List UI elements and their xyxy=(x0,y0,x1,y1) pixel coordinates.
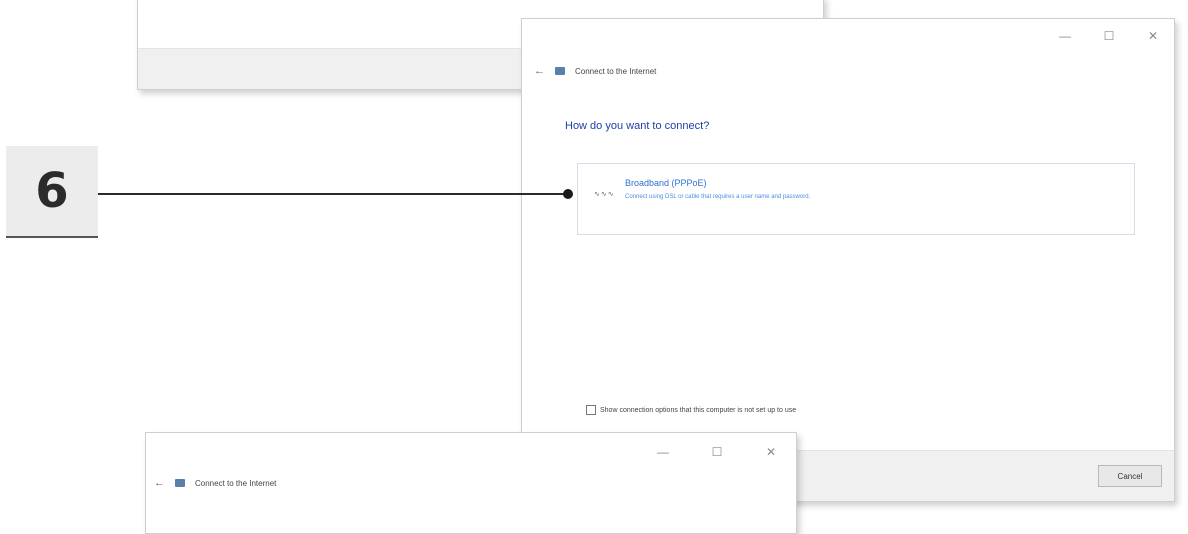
maximize-button[interactable]: ☐ xyxy=(1102,29,1116,43)
show-options-label: Show connection options that this comput… xyxy=(600,406,797,414)
background-window-bottom: — ☐ ✕ ← Connect to the Internet xyxy=(145,432,797,534)
window-title: Connect to the Internet xyxy=(195,478,277,488)
broadband-modem-icon: ∿∿∿ xyxy=(594,191,615,198)
step-number-badge: 6 xyxy=(6,146,98,238)
window-controls: — ☐ ✕ xyxy=(656,445,778,459)
network-globe-icon xyxy=(555,67,565,75)
window-title: Connect to the Internet xyxy=(575,66,657,76)
close-button[interactable]: ✕ xyxy=(1146,29,1160,43)
minimize-button[interactable]: — xyxy=(1058,29,1072,43)
option-title: Broadband (PPPoE) xyxy=(625,178,707,188)
wizard-header: ← Connect to the Internet xyxy=(154,477,276,489)
cancel-button[interactable]: Cancel xyxy=(1098,465,1162,487)
network-globe-icon xyxy=(175,479,185,487)
back-arrow-icon[interactable]: ← xyxy=(534,65,545,77)
step-pointer-dot xyxy=(563,189,573,199)
option-description: Connect using DSL or cable that requires… xyxy=(625,194,811,200)
window-controls: — ☐ ✕ xyxy=(1058,29,1160,43)
wizard-header: ← Connect to the Internet xyxy=(534,65,656,77)
show-options-checkbox-row[interactable]: Show connection options that this comput… xyxy=(586,405,796,415)
step-pointer-line xyxy=(98,193,566,195)
minimize-button[interactable]: — xyxy=(656,445,670,459)
connect-to-internet-window: — ☐ ✕ ← Connect to the Internet How do y… xyxy=(521,18,1175,502)
show-options-checkbox[interactable] xyxy=(586,405,596,415)
broadband-pppoe-option[interactable]: ∿∿∿ Broadband (PPPoE) Connect using DSL … xyxy=(577,163,1135,235)
close-button[interactable]: ✕ xyxy=(764,445,778,459)
wizard-question: How do you want to connect? xyxy=(565,120,710,132)
maximize-button[interactable]: ☐ xyxy=(710,445,724,459)
back-arrow-icon[interactable]: ← xyxy=(154,477,165,489)
